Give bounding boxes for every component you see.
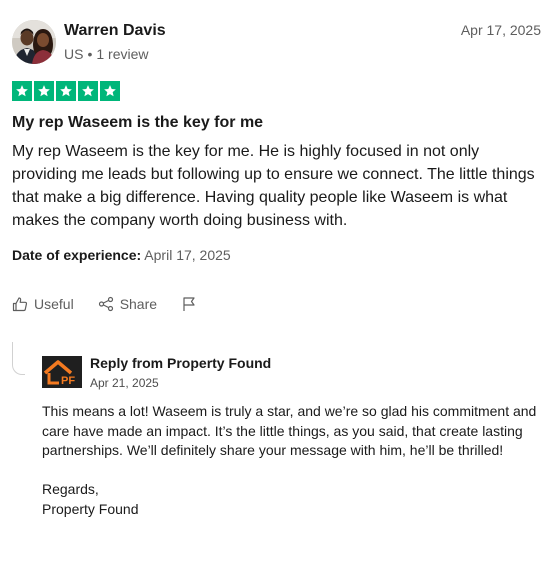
reviewer-meta: US • 1 review xyxy=(64,46,149,62)
review-date: Apr 17, 2025 xyxy=(460,22,541,38)
reply-spacer xyxy=(42,461,542,481)
experience-date: April 17, 2025 xyxy=(144,247,231,263)
reply-sign-off: Regards, xyxy=(42,481,99,498)
reply-title: Reply from Property Found xyxy=(90,355,272,371)
flag-icon xyxy=(181,296,197,312)
reviewer-name[interactable]: Warren Davis xyxy=(64,22,166,40)
useful-button[interactable]: Useful xyxy=(12,296,74,312)
reviewer-country: US xyxy=(64,46,84,62)
star-icon xyxy=(56,81,76,101)
reply-signature: Property Found xyxy=(42,500,139,517)
useful-label: Useful xyxy=(34,296,74,312)
date-of-experience: Date of experience: April 17, 2025 xyxy=(12,247,231,263)
share-button[interactable]: Share xyxy=(98,296,157,312)
avatar[interactable] xyxy=(12,20,56,64)
reply-connector xyxy=(12,342,25,375)
share-icon xyxy=(98,296,114,312)
thumbs-up-icon xyxy=(12,296,28,312)
avatar-photo xyxy=(12,20,56,64)
share-label: Share xyxy=(119,296,158,312)
review-card: Warren Davis US • 1 review Apr 17, 2025 My… xyxy=(0,0,557,569)
company-logo: PF xyxy=(42,356,82,388)
star-icon xyxy=(34,81,54,101)
logo-text: PF xyxy=(61,375,75,387)
review-body: My rep Waseem is the key for me. He is h… xyxy=(12,143,535,229)
review-title[interactable]: My rep Waseem is the key for me xyxy=(12,114,263,132)
reply-body: This means a lot! Waseem is truly a star… xyxy=(42,402,542,520)
review-actions: Useful Share xyxy=(12,296,197,312)
star-icon xyxy=(100,81,120,101)
report-button[interactable] xyxy=(181,296,197,312)
star-rating xyxy=(12,81,120,101)
star-icon xyxy=(78,81,98,101)
star-icon xyxy=(12,81,32,101)
experience-label: Date of experience: xyxy=(12,247,142,263)
reply-message: This means a lot! Waseem is truly a star… xyxy=(42,403,537,459)
meta-separator: • xyxy=(87,46,93,62)
reviewer-review-count: 1 review xyxy=(96,46,149,62)
reply-date: Apr 21, 2025 xyxy=(90,376,159,390)
